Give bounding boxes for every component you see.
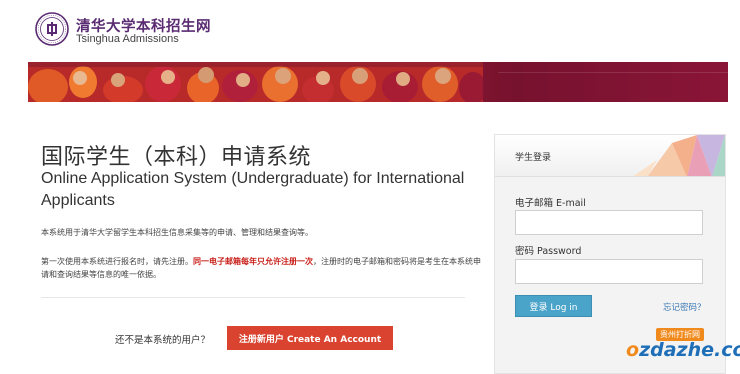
registration-notice-text-a: 第一次使用本系统进行报名时，请先注册。 (41, 257, 193, 266)
banner-image (28, 62, 728, 102)
not-user-prompt: 还不是本系统的用户？ (115, 335, 211, 346)
login-panel-header: 学生登录 (495, 135, 725, 177)
watermark-text-rest: zdazhe.com (639, 339, 740, 361)
watermark-text-o: o (626, 339, 640, 361)
registration-notice-highlight: 同一电子邮箱每年只允许注册一次 (193, 257, 313, 266)
page-title-english: Online Application System (Undergraduate… (41, 170, 465, 209)
students-crowd-photo (28, 62, 483, 102)
system-description: 本系统用于清华大学留学生本科招生信息采集等的申请、管理和结果查询等。 (41, 228, 313, 237)
decorative-triangles (633, 135, 725, 176)
forgot-password-link[interactable]: 忘记密码？ (663, 301, 706, 313)
banner-stripe (498, 72, 728, 73)
watermark-text: ozdazhe.com (626, 339, 740, 361)
logo-english-name[interactable]: Tsinghua Admissions (76, 33, 179, 45)
page-title-chinese: 国际学生（本科）申请系统 (41, 145, 312, 170)
email-field[interactable] (515, 210, 703, 235)
create-account-button[interactable]: 注册新用户 Create An Account (227, 326, 393, 350)
site-header: 清华大学本科招生网 Tsinghua Admissions (0, 0, 740, 62)
watermark-logo: 贵州打折网 ozdazhe.com (612, 328, 740, 368)
login-button[interactable]: 登录 Log in (515, 295, 592, 317)
banner-gradient (483, 62, 728, 102)
login-title: 学生登录 (515, 153, 552, 163)
main-content: 国际学生（本科）申请系统 Online Application System (… (28, 102, 481, 374)
content-divider (41, 297, 465, 298)
password-field[interactable] (515, 259, 703, 284)
tsinghua-seal-icon[interactable] (35, 12, 69, 46)
registration-notice: 第一次使用本系统进行报名时，请先注册。同一电子邮箱每年只允许注册一次，注册时的电… (41, 255, 481, 281)
email-label: 电子邮箱 E-mail (515, 198, 586, 209)
password-label: 密码 Password (515, 246, 582, 257)
